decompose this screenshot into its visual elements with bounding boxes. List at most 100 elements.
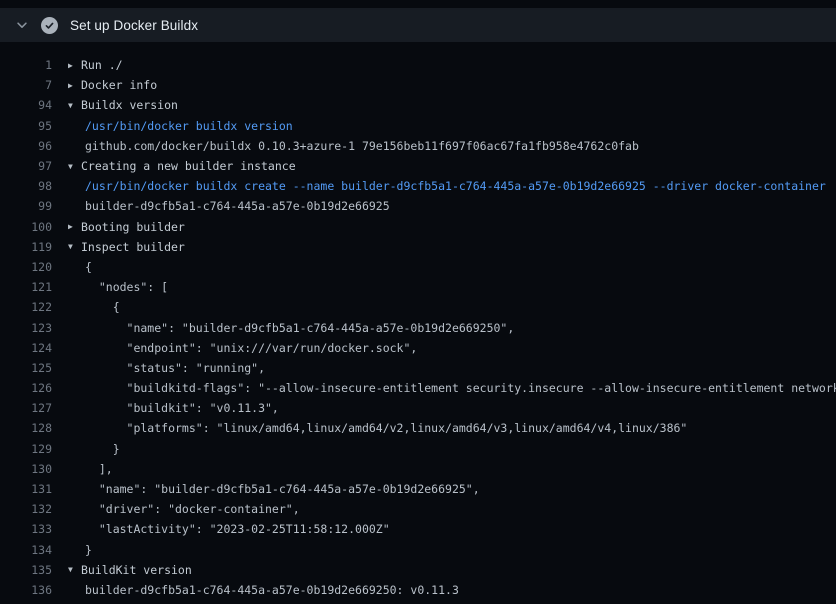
triangle-down-icon: ▼ (68, 242, 77, 251)
line-number[interactable]: 98 (0, 179, 52, 193)
group-label: Creating a new builder instance (81, 159, 296, 173)
output-text: "name": "builder-d9cfb5a1-c764-445a-a57e… (52, 321, 836, 335)
triangle-down-icon: ▼ (68, 101, 77, 110)
log-line: 129 } (0, 439, 836, 459)
line-number[interactable]: 134 (0, 543, 52, 557)
output-text: "status": "running", (52, 361, 836, 375)
output-text: "nodes": [ (52, 280, 836, 294)
line-number[interactable]: 120 (0, 260, 52, 274)
output-text: "lastActivity": "2023-02-25T11:58:12.000… (52, 522, 836, 536)
log-line: 128 "platforms": "linux/amd64,linux/amd6… (0, 418, 836, 438)
line-number[interactable]: 95 (0, 119, 52, 133)
log-line: 94 ▼ Buildx version (0, 95, 836, 115)
group-label: Booting builder (81, 220, 185, 234)
triangle-down-icon: ▼ (68, 162, 77, 171)
log-line: 127 "buildkit": "v0.11.3", (0, 398, 836, 418)
log-line: 124 "endpoint": "unix:///var/run/docker.… (0, 338, 836, 358)
line-number[interactable]: 97 (0, 159, 52, 173)
output-text: } (52, 543, 836, 557)
log-line: 96github.com/docker/buildx 0.10.3+azure-… (0, 136, 836, 156)
output-text: { (52, 260, 836, 274)
log-line: 120{ (0, 257, 836, 277)
log-line: 135 ▼ BuildKit version (0, 560, 836, 580)
line-number[interactable]: 119 (0, 240, 52, 254)
line-number[interactable]: 128 (0, 421, 52, 435)
log-line: 134} (0, 540, 836, 560)
output-text: "endpoint": "unix:///var/run/docker.sock… (52, 341, 836, 355)
output-text: ], (52, 462, 836, 476)
log-line: 136builder-d9cfb5a1-c764-445a-a57e-0b19d… (0, 580, 836, 600)
group-label: BuildKit version (81, 563, 192, 577)
line-number[interactable]: 1 (0, 58, 52, 72)
line-number[interactable]: 131 (0, 482, 52, 496)
log-line: 1 ▶ Run ./ (0, 55, 836, 75)
group-toggle[interactable]: ▶ Run ./ (52, 58, 836, 72)
log-line: 7 ▶ Docker info (0, 75, 836, 95)
output-text: builder-d9cfb5a1-c764-445a-a57e-0b19d2e6… (52, 583, 836, 597)
log-viewer: 1 ▶ Run ./ 7 ▶ Docker info 94 ▼ Buildx version 95… (0, 42, 836, 604)
output-text: github.com/docker/buildx 0.10.3+azure-1 … (52, 139, 836, 153)
group-label: Inspect builder (81, 240, 185, 254)
line-number[interactable]: 7 (0, 78, 52, 92)
log-line: 130 ], (0, 459, 836, 479)
group-toggle[interactable]: ▶ Booting builder (52, 220, 836, 234)
log-line: 126 "buildkitd-flags": "--allow-insecure… (0, 378, 836, 398)
output-text: } (52, 442, 836, 456)
log-line: 100 ▶ Booting builder (0, 217, 836, 237)
output-text: "buildkitd-flags": "--allow-insecure-ent… (52, 381, 836, 395)
chevron-down-icon[interactable] (14, 17, 30, 33)
triangle-down-icon: ▼ (68, 565, 77, 574)
group-toggle[interactable]: ▼ Inspect builder (52, 240, 836, 254)
log-line: 121 "nodes": [ (0, 277, 836, 297)
output-text: { (52, 300, 836, 314)
output-text: builder-d9cfb5a1-c764-445a-a57e-0b19d2e6… (52, 199, 836, 213)
line-number[interactable]: 135 (0, 563, 52, 577)
output-text: "buildkit": "v0.11.3", (52, 401, 836, 415)
line-number[interactable]: 96 (0, 139, 52, 153)
triangle-right-icon: ▶ (68, 61, 77, 70)
group-toggle[interactable]: ▼ Creating a new builder instance (52, 159, 836, 173)
log-line: 119 ▼ Inspect builder (0, 237, 836, 257)
line-number[interactable]: 121 (0, 280, 52, 294)
log-line: 125 "status": "running", (0, 358, 836, 378)
group-toggle[interactable]: ▶ Docker info (52, 78, 836, 92)
output-text: "platforms": "linux/amd64,linux/amd64/v2… (52, 421, 836, 435)
triangle-right-icon: ▶ (68, 81, 77, 90)
triangle-right-icon: ▶ (68, 222, 77, 231)
group-label: Docker info (81, 78, 157, 92)
line-number[interactable]: 123 (0, 321, 52, 335)
log-line: 131 "name": "builder-d9cfb5a1-c764-445a-… (0, 479, 836, 499)
log-line: 123 "name": "builder-d9cfb5a1-c764-445a-… (0, 317, 836, 337)
line-number[interactable]: 132 (0, 502, 52, 516)
group-toggle[interactable]: ▼ BuildKit version (52, 563, 836, 577)
log-line: 132 "driver": "docker-container", (0, 499, 836, 519)
line-number[interactable]: 129 (0, 442, 52, 456)
output-text: "name": "builder-d9cfb5a1-c764-445a-a57e… (52, 482, 836, 496)
command-text: /usr/bin/docker buildx create --name bui… (52, 179, 836, 193)
log-line: 133 "lastActivity": "2023-02-25T11:58:12… (0, 519, 836, 539)
line-number[interactable]: 133 (0, 522, 52, 536)
output-text: "driver": "docker-container", (52, 502, 836, 516)
line-number[interactable]: 127 (0, 401, 52, 415)
line-number[interactable]: 125 (0, 361, 52, 375)
line-number[interactable]: 130 (0, 462, 52, 476)
log-line: 97 ▼ Creating a new builder instance (0, 156, 836, 176)
line-number[interactable]: 124 (0, 341, 52, 355)
log-line: 98/usr/bin/docker buildx create --name b… (0, 176, 836, 196)
group-label: Run ./ (81, 58, 123, 72)
line-number[interactable]: 100 (0, 220, 52, 234)
line-number[interactable]: 126 (0, 381, 52, 395)
step-header[interactable]: Set up Docker Buildx (0, 8, 836, 42)
group-label: Buildx version (81, 98, 178, 112)
check-circle-icon (41, 17, 58, 34)
line-number[interactable]: 94 (0, 98, 52, 112)
log-line: 122 { (0, 297, 836, 317)
log-line: 99builder-d9cfb5a1-c764-445a-a57e-0b19d2… (0, 196, 836, 216)
step-title: Set up Docker Buildx (70, 18, 198, 33)
command-text: /usr/bin/docker buildx version (52, 119, 836, 133)
log-line: 95/usr/bin/docker buildx version (0, 116, 836, 136)
line-number[interactable]: 122 (0, 300, 52, 314)
group-toggle[interactable]: ▼ Buildx version (52, 98, 836, 112)
line-number[interactable]: 99 (0, 199, 52, 213)
line-number[interactable]: 136 (0, 583, 52, 597)
